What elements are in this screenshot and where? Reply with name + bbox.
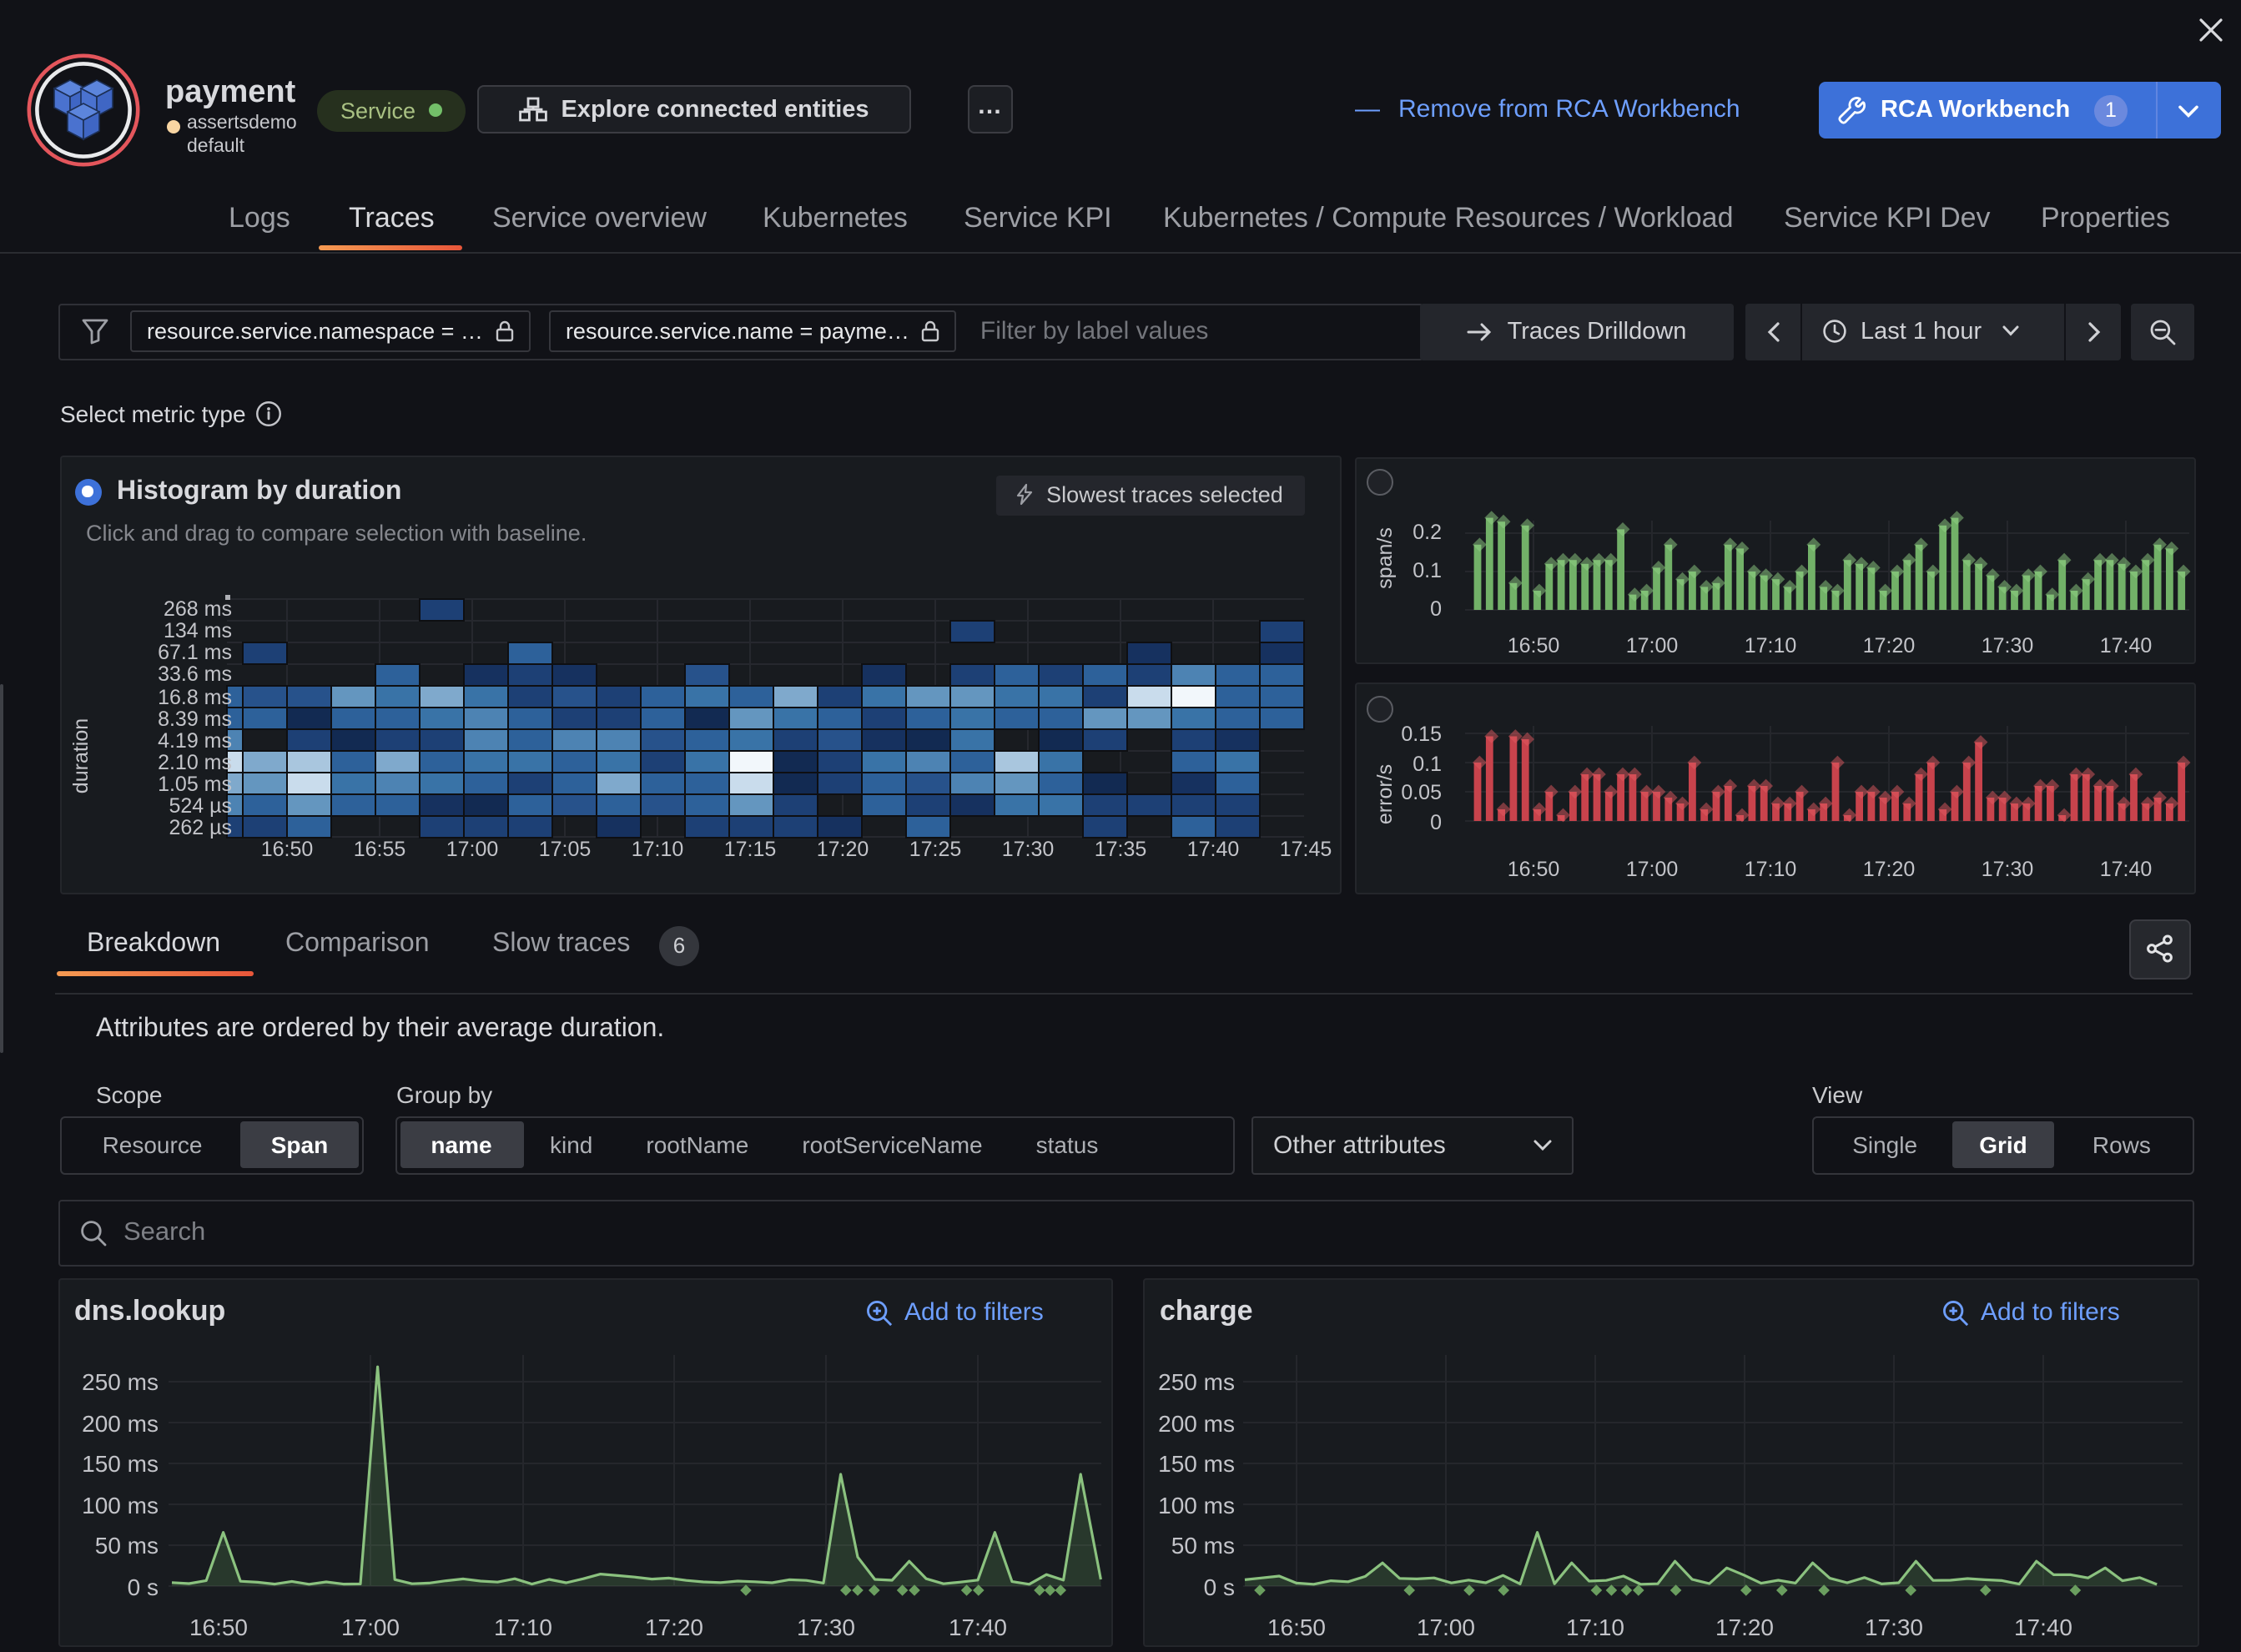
svg-text:span/s: span/s	[1373, 526, 1397, 588]
